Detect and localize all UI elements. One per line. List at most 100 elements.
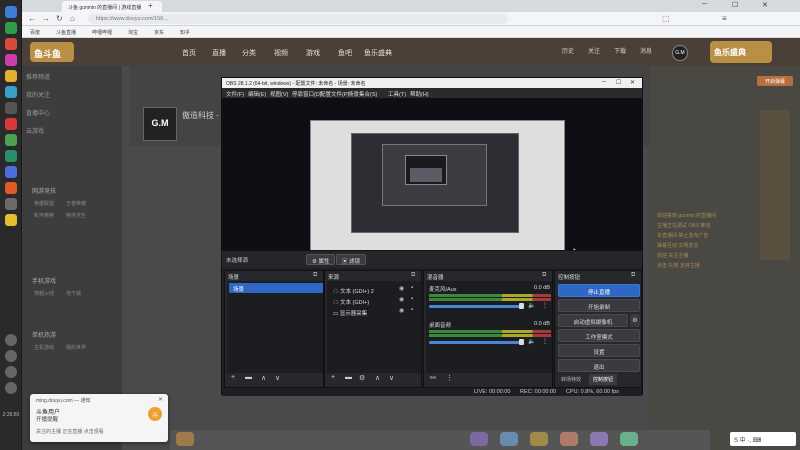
streamer-avatar[interactable]: G.M xyxy=(143,107,177,141)
close-icon[interactable]: ✕ xyxy=(762,1,768,9)
sidebar-sub-item[interactable]: 我的世界 xyxy=(66,344,86,351)
user-avatar[interactable]: G.M xyxy=(672,45,688,61)
more-icon[interactable]: ⋮ xyxy=(542,338,548,345)
app-icon[interactable] xyxy=(5,182,17,194)
gear-icon[interactable]: ⚙ xyxy=(359,374,365,382)
app-icon[interactable] xyxy=(5,22,17,34)
message-link[interactable]: 消息 xyxy=(640,46,652,55)
app-icon[interactable] xyxy=(5,102,17,114)
browser-tab[interactable]: 斗鱼 gunmin 的直播间 | 游戏直播 xyxy=(62,1,162,12)
source-item[interactable]: ☁ 文本 (GDI+) 2 xyxy=(329,285,421,295)
remove-icon[interactable]: ▬ xyxy=(245,374,252,381)
undock-icon[interactable]: ⧉ xyxy=(411,272,415,279)
extension-icon[interactable]: ⬚ xyxy=(662,14,670,23)
menu-file[interactable]: 文件(F) xyxy=(226,90,244,98)
lock-icon[interactable]: ▪ xyxy=(411,307,413,313)
sidebar-sub-item[interactable]: 和平精英 xyxy=(34,212,54,219)
sidebar-section[interactable]: 单机热游 xyxy=(32,330,56,339)
gift-icon[interactable] xyxy=(560,432,578,446)
nav-link[interactable]: 首页 xyxy=(182,48,196,58)
speaker-icon[interactable]: 🔈 xyxy=(528,302,535,309)
sidebar-item[interactable]: 我的关注 xyxy=(26,90,50,99)
bookmark-item[interactable]: 知乎 xyxy=(180,29,190,36)
history-link[interactable]: 历史 xyxy=(562,46,574,55)
sidebar-sub-item[interactable]: 地下城 xyxy=(66,290,81,297)
site-logo[interactable]: 鱼斗鱼 xyxy=(30,42,74,62)
gear-icon[interactable]: ⚙ xyxy=(630,314,640,327)
add-icon[interactable]: + xyxy=(331,374,335,381)
bookmark-item[interactable]: 淘宝 xyxy=(128,29,138,36)
app-icon[interactable] xyxy=(5,198,17,210)
tab-controls[interactable]: 控制按钮 xyxy=(589,374,618,385)
tray-icon[interactable] xyxy=(5,382,17,394)
new-tab-button[interactable]: + xyxy=(148,1,153,10)
undock-icon[interactable]: ⧉ xyxy=(542,272,546,279)
sidebar-sub-item[interactable]: 英雄联盟 xyxy=(34,200,54,207)
nav-link[interactable]: 视频 xyxy=(274,48,288,58)
ime-toolbar[interactable]: S 中 ·, ⌨ xyxy=(730,432,796,446)
forward-icon[interactable]: → xyxy=(42,14,50,23)
source-item[interactable]: ☁ 文本 (GDI+) xyxy=(329,296,421,306)
tab-transitions[interactable]: 转场特效 xyxy=(557,374,585,385)
speaker-icon[interactable]: 🔈 xyxy=(528,338,535,345)
sidebar-sub-item[interactable]: 绝地求生 xyxy=(66,212,86,219)
app-icon[interactable] xyxy=(5,214,17,226)
minimize-icon[interactable]: ─ xyxy=(702,1,707,8)
undock-icon[interactable]: ⧉ xyxy=(631,272,635,279)
add-icon[interactable]: + xyxy=(231,374,235,381)
lock-icon[interactable]: ▪ xyxy=(411,296,413,302)
gift-sidebar[interactable] xyxy=(760,110,790,260)
volume-slider-knob[interactable] xyxy=(519,339,524,345)
minimize-icon[interactable]: ─ xyxy=(602,79,606,85)
tray-icon[interactable] xyxy=(5,334,17,346)
studio-mode-button[interactable]: 工作室模式 xyxy=(558,329,640,342)
gift-icon[interactable] xyxy=(590,432,608,446)
nav-link[interactable]: 鱼吧 xyxy=(338,48,352,58)
gift-icon[interactable] xyxy=(530,432,548,446)
app-icon[interactable] xyxy=(5,166,17,178)
eye-icon[interactable]: ◉ xyxy=(399,285,404,292)
eye-icon[interactable]: ◉ xyxy=(399,296,404,303)
notification-toast[interactable]: ming.douyu.com — 通知 ✕ 斗鱼用户 开播提醒 关注的主播 正在… xyxy=(30,394,168,442)
scene-item[interactable]: 场景 xyxy=(229,283,323,293)
undock-icon[interactable]: ⧉ xyxy=(313,272,317,279)
volume-slider[interactable] xyxy=(429,305,521,308)
volume-slider-knob[interactable] xyxy=(519,303,524,309)
app-icon[interactable] xyxy=(5,6,17,18)
stop-streaming-button[interactable]: 停止直播 xyxy=(558,284,640,297)
settings-button[interactable]: 设置 xyxy=(558,344,640,357)
menu-docks[interactable]: 停靠窗口(D) xyxy=(292,90,322,98)
gift-icon[interactable] xyxy=(176,432,194,446)
nav-link[interactable]: 分类 xyxy=(242,48,256,58)
app-icon[interactable] xyxy=(5,38,17,50)
back-icon[interactable]: ← xyxy=(28,14,36,23)
link-icon[interactable]: ⚯ xyxy=(430,374,436,382)
menu-help[interactable]: 帮助(H) xyxy=(410,90,429,98)
bookmark-item[interactable]: 斗鱼直播 xyxy=(56,29,76,36)
eye-icon[interactable]: ◉ xyxy=(399,307,404,314)
follow-link[interactable]: 关注 xyxy=(588,46,600,55)
move-up-icon[interactable]: ∧ xyxy=(375,374,380,382)
sidebar-sub-item[interactable]: 主机游戏 xyxy=(34,344,54,351)
menu-edit[interactable]: 编辑(E) xyxy=(248,90,266,98)
download-link[interactable]: 下载 xyxy=(614,46,626,55)
app-icon[interactable] xyxy=(5,86,17,98)
gift-icon[interactable] xyxy=(470,432,488,446)
maximize-icon[interactable]: ☐ xyxy=(732,1,738,9)
move-down-icon[interactable]: ∨ xyxy=(389,374,394,382)
menu-view[interactable]: 视图(V) xyxy=(270,90,288,98)
tray-icon[interactable] xyxy=(5,366,17,378)
more-icon[interactable]: ⋮ xyxy=(446,374,453,382)
sidebar-section[interactable]: 网游竞技 xyxy=(32,186,56,195)
promo-banner[interactable]: 鱼乐盛典 xyxy=(710,41,772,63)
close-icon[interactable]: ✕ xyxy=(158,396,163,403)
menu-icon[interactable]: ≡ xyxy=(722,14,727,23)
move-down-icon[interactable]: ∨ xyxy=(275,374,280,382)
source-item[interactable]: ▭ 显示器采集 xyxy=(329,307,421,317)
properties-button[interactable]: ⚙ 属性 xyxy=(306,254,336,265)
volume-slider[interactable] xyxy=(429,341,521,344)
obs-preview[interactable] xyxy=(222,98,642,266)
nav-link[interactable]: 直播 xyxy=(212,48,226,58)
app-icon[interactable] xyxy=(5,118,17,130)
sidebar-sub-item[interactable]: 王者荣耀 xyxy=(66,200,86,207)
